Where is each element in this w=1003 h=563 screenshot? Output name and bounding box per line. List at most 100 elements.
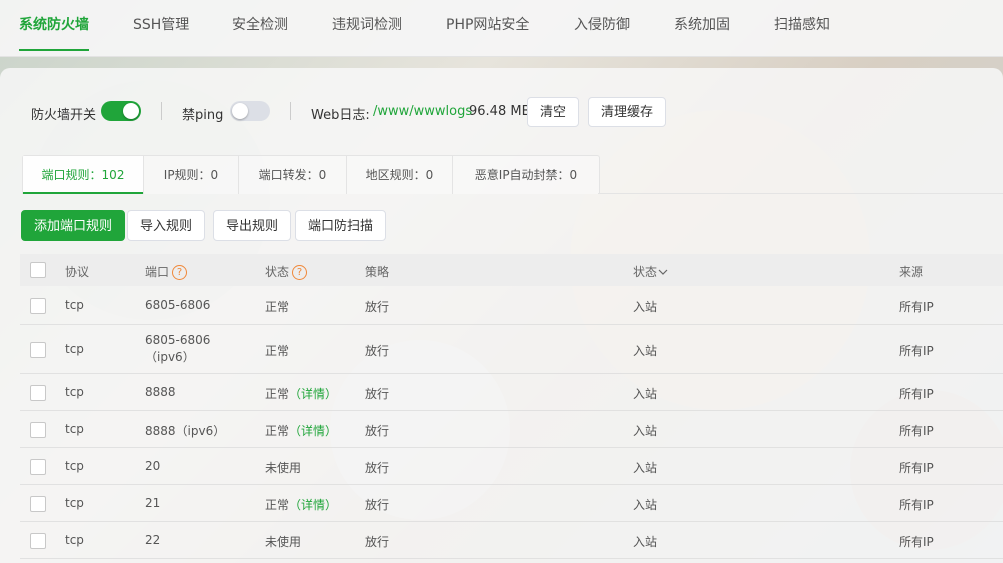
cell-port: 21 (145, 496, 161, 510)
ping-toggle[interactable] (230, 101, 270, 121)
tab-intrusion-defense[interactable]: 入侵防御 (574, 14, 630, 36)
detail-link[interactable]: （详情） (289, 387, 337, 401)
cell-direction: 入站 (633, 300, 658, 314)
weblog-path-link[interactable]: /www/wwwlogs (373, 104, 472, 119)
row-checkbox[interactable] (30, 459, 46, 475)
cell-status: 正常 (265, 300, 290, 314)
cell-port: 20 (145, 459, 161, 473)
add-port-rule-button[interactable]: 添加端口规则 (21, 210, 126, 241)
cell-direction: 入站 (633, 387, 658, 401)
divider (161, 102, 162, 120)
cell-protocol: tcp (65, 422, 84, 436)
weblog-size: 96.48 MB (469, 104, 531, 119)
tab-ip-rules[interactable]: IP规则：0 (144, 156, 239, 194)
table-row: tcp 22 未使用 放行 入站 所有IP (20, 522, 1003, 559)
row-checkbox[interactable] (30, 533, 46, 549)
tab-security-check[interactable]: 安全检测 (232, 14, 288, 36)
row-checkbox[interactable] (30, 422, 46, 438)
cell-protocol: tcp (65, 459, 84, 473)
cell-status: 正常（详情） (265, 385, 337, 402)
cell-policy: 放行 (365, 300, 390, 314)
cell-direction: 入站 (633, 424, 658, 438)
cell-source: 所有IP (899, 424, 934, 438)
cell-port: 22 (145, 533, 161, 547)
row-checkbox[interactable] (30, 298, 46, 314)
chevron-down-icon (658, 269, 668, 275)
cell-policy: 放行 (365, 387, 390, 401)
cell-protocol: tcp (65, 496, 84, 510)
table-row: tcp 6805-6806 正常 放行 入站 所有IP (20, 286, 1003, 325)
header-port-label: 端口 (145, 265, 170, 279)
rule-tabs: 端口规则：102 IP规则：0 端口转发：0 地区规则：0 恶意IP自动封禁：0 (22, 155, 600, 194)
tab-ssh-management[interactable]: SSH管理 (133, 14, 189, 36)
top-navigation: 系统防火墙 SSH管理 安全检测 违规词检测 PHP网站安全 入侵防御 系统加固… (0, 0, 1003, 57)
header-port: 端口? (145, 263, 188, 280)
tab-region-rules[interactable]: 地区规则：0 (347, 156, 453, 194)
cell-port: 6805-6806（ipv6） (145, 333, 211, 364)
status-text: 正常 (265, 424, 290, 438)
divider (598, 193, 1003, 194)
header-status: 状态? (265, 263, 308, 280)
clear-log-button[interactable]: 清空 (527, 97, 580, 127)
cell-policy: 放行 (365, 424, 390, 438)
detail-link[interactable]: （详情） (289, 498, 337, 512)
header-direction[interactable]: 状态 (633, 263, 668, 280)
cell-direction: 入站 (633, 461, 658, 475)
detail-link[interactable]: （详情） (289, 424, 337, 438)
cell-status: 未使用 (265, 461, 302, 475)
help-icon[interactable]: ? (172, 265, 188, 280)
tab-php-security[interactable]: PHP网站安全 (446, 14, 529, 36)
cell-port: 8888（ipv6） (145, 424, 226, 438)
table-header: 协议 端口? 状态? 策略 状态 来源 (20, 254, 1003, 286)
status-text: 正常 (265, 387, 290, 401)
export-rules-button[interactable]: 导出规则 (213, 210, 292, 241)
cell-protocol: tcp (65, 385, 84, 399)
cell-status: 正常（详情） (265, 422, 337, 439)
port-anti-scan-button[interactable]: 端口防扫描 (295, 210, 387, 241)
cell-status: 正常（详情） (265, 496, 337, 513)
import-rules-button[interactable]: 导入规则 (127, 210, 206, 241)
header-status-label: 状态 (265, 265, 290, 279)
header-direction-label: 状态 (633, 265, 658, 279)
cell-source: 所有IP (899, 498, 934, 512)
cell-protocol: tcp (65, 298, 84, 312)
row-checkbox[interactable] (30, 496, 46, 512)
cell-protocol: tcp (65, 533, 84, 547)
tab-malicious-ip-ban[interactable]: 恶意IP自动封禁：0 (453, 156, 599, 194)
clear-cache-button[interactable]: 清理缓存 (588, 97, 667, 127)
tab-system-firewall[interactable]: 系统防火墙 (19, 14, 89, 51)
toggle-knob (123, 103, 139, 119)
weblog-label: Web日志: (311, 108, 370, 123)
tab-scan-perception[interactable]: 扫描感知 (774, 14, 830, 36)
firewall-toggle[interactable] (101, 101, 141, 121)
header-policy: 策略 (365, 265, 390, 279)
header-protocol: 协议 (65, 265, 90, 279)
cell-protocol: tcp (65, 342, 84, 356)
table-row: tcp 21 正常（详情） 放行 入站 所有IP (20, 485, 1003, 522)
toggle-knob (232, 103, 248, 119)
cell-source: 所有IP (899, 300, 934, 314)
tab-port-forward[interactable]: 端口转发：0 (239, 156, 347, 194)
cell-direction: 入站 (633, 535, 658, 549)
cell-policy: 放行 (365, 535, 390, 549)
table-row: tcp 8888（ipv6） 正常（详情） 放行 入站 所有IP (20, 411, 1003, 448)
cell-source: 所有IP (899, 387, 934, 401)
header-source: 来源 (899, 265, 924, 279)
ping-switch-label: 禁ping (182, 108, 224, 123)
firewall-panel: 防火墙开关 禁ping Web日志: /www/wwwlogs 96.48 MB… (0, 68, 1003, 563)
status-text: 正常 (265, 498, 290, 512)
cell-direction: 入站 (633, 498, 658, 512)
select-all-checkbox[interactable] (30, 262, 46, 278)
row-checkbox[interactable] (30, 342, 46, 358)
tab-port-rules[interactable]: 端口规则：102 (23, 156, 144, 194)
cell-source: 所有IP (899, 535, 934, 549)
help-icon[interactable]: ? (292, 265, 308, 280)
firewall-switch-label: 防火墙开关 (31, 108, 97, 123)
divider (290, 102, 291, 120)
tab-violation-words[interactable]: 违规词检测 (332, 14, 402, 36)
row-checkbox[interactable] (30, 385, 46, 401)
cell-status: 未使用 (265, 535, 302, 549)
cell-status: 正常 (265, 344, 290, 358)
table-row: tcp 6805-6806（ipv6） 正常 放行 入站 所有IP (20, 325, 1003, 374)
tab-system-hardening[interactable]: 系统加固 (674, 14, 730, 36)
